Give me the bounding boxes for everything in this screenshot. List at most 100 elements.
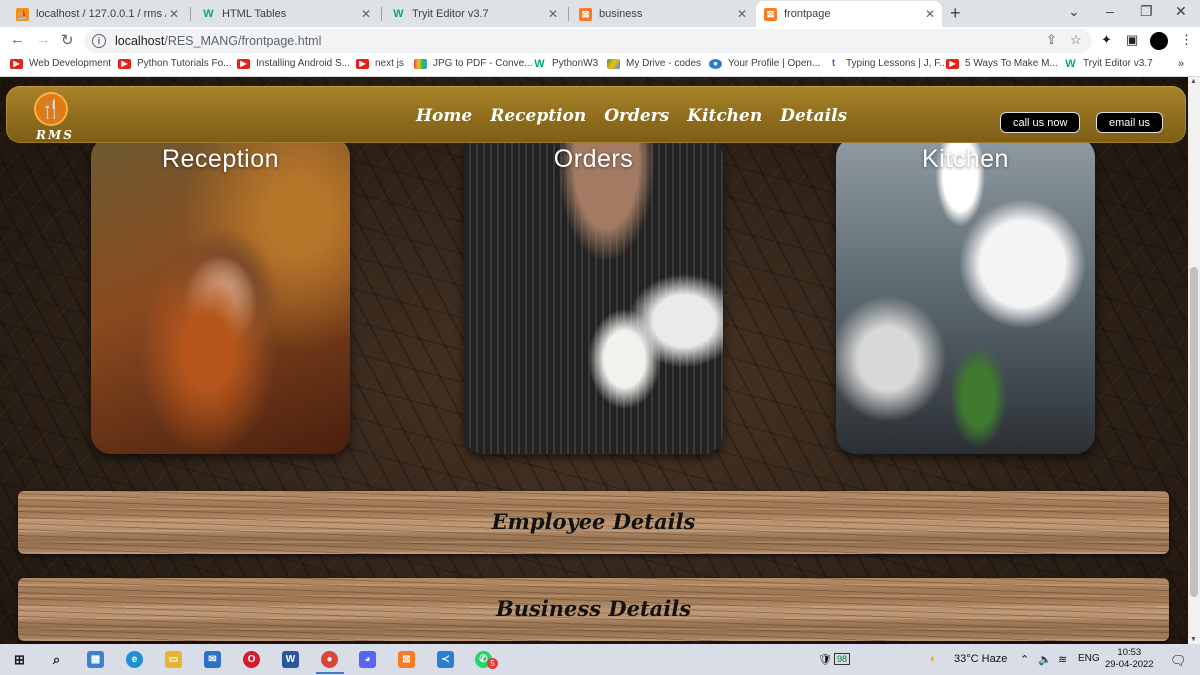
windows-taskbar: ⊞ ⌕ ▦ e ▭ ✉ O W ● ◕ ⊠ ≺ ✆ 5 🛡 98 ◐ 33°C … bbox=[0, 644, 1200, 675]
bookmark-label: My Drive - codes bbox=[626, 58, 702, 69]
discord-icon[interactable]: ◕ bbox=[359, 651, 376, 668]
minimize-icon[interactable]: – bbox=[1106, 3, 1114, 19]
back-icon[interactable]: ← bbox=[10, 31, 25, 48]
word-icon[interactable]: W bbox=[282, 651, 299, 668]
battery-indicator[interactable]: 98 bbox=[834, 653, 851, 665]
scroll-down-icon[interactable]: ▼ bbox=[1190, 636, 1197, 643]
tab-phpmyadmin[interactable]: ⛵ localhost / 127.0.0.1 / rms / orde ✕ bbox=[8, 1, 186, 27]
new-tab-button[interactable]: + bbox=[950, 3, 961, 24]
chrome-icon[interactable]: ● bbox=[321, 651, 338, 668]
restore-icon[interactable]: ❐ bbox=[1140, 3, 1153, 20]
bookmark-item[interactable]: ● Your Profile | Open... bbox=[709, 58, 820, 69]
nav-reception[interactable]: Reception bbox=[490, 106, 586, 126]
w3schools-icon: W bbox=[203, 8, 214, 20]
mail-icon[interactable]: ✉ bbox=[204, 651, 221, 668]
tab-title: Tryit Editor v3.7 bbox=[412, 8, 489, 20]
tab-divider bbox=[381, 7, 382, 21]
close-icon[interactable]: ✕ bbox=[358, 7, 374, 21]
panel-title: Business Details bbox=[495, 596, 692, 621]
windows-start-icon[interactable]: ⊞ bbox=[11, 651, 28, 668]
close-icon[interactable]: ✕ bbox=[734, 7, 750, 21]
w3schools-icon: W bbox=[534, 57, 545, 70]
card-reception[interactable]: Reception bbox=[91, 137, 350, 454]
xampp-icon[interactable]: ⊠ bbox=[398, 651, 415, 668]
bookmark-item[interactable]: W Tryit Editor v3.7 bbox=[1064, 58, 1153, 70]
fork-knife-logo-icon[interactable]: 🍴 bbox=[34, 92, 68, 126]
search-icon[interactable]: ⌕ bbox=[48, 651, 65, 668]
security-icon[interactable]: 🛡 bbox=[818, 653, 832, 666]
address-bar[interactable]: i localhost/RES_MANG/frontpage.html bbox=[84, 29, 1092, 53]
nav-orders[interactable]: Orders bbox=[604, 106, 669, 126]
more-bookmarks-icon[interactable]: » bbox=[1178, 58, 1184, 70]
system-clock[interactable]: 10:53 29-04-2022 bbox=[1105, 647, 1154, 671]
file-explorer-icon[interactable]: ▭ bbox=[165, 651, 182, 668]
bookmark-item[interactable]: ▶ next js bbox=[356, 58, 404, 69]
wifi-icon[interactable]: ≋ bbox=[1058, 653, 1067, 666]
side-panel-icon[interactable]: ▣ bbox=[1126, 32, 1138, 48]
xampp-icon: ⊠ bbox=[764, 7, 777, 21]
youtube-icon: ▶ bbox=[946, 58, 959, 69]
extensions-icon[interactable]: ✦ bbox=[1101, 32, 1112, 48]
opera-icon[interactable]: O bbox=[243, 651, 260, 668]
close-icon[interactable]: ✕ bbox=[166, 7, 182, 21]
active-app-indicator bbox=[316, 672, 344, 674]
bookmark-item[interactable]: ▶ Installing Android S... bbox=[237, 58, 350, 69]
employee-details-panel[interactable]: Employee Details bbox=[18, 491, 1169, 554]
bookmark-star-icon[interactable]: ☆ bbox=[1070, 32, 1082, 48]
info-icon[interactable]: i bbox=[92, 34, 106, 48]
reload-icon[interactable]: ↻ bbox=[61, 31, 74, 49]
task-view-icon[interactable]: ▦ bbox=[87, 651, 104, 668]
card-title: Orders bbox=[553, 145, 634, 173]
url-text[interactable]: localhost/RES_MANG/frontpage.html bbox=[115, 34, 321, 48]
bookmarks-bar: ▶ Web Development ▶ Python Tutorials Fo...… bbox=[0, 55, 1200, 77]
business-details-panel[interactable]: Business Details bbox=[18, 578, 1169, 641]
edge-icon[interactable]: e bbox=[126, 651, 143, 668]
tab-frontpage[interactable]: ⊠ frontpage ✕ bbox=[756, 1, 942, 27]
email-us-button[interactable]: email us bbox=[1096, 112, 1163, 133]
chevron-up-icon[interactable]: ⌃ bbox=[1020, 653, 1029, 666]
close-window-icon[interactable]: ✕ bbox=[1175, 3, 1187, 20]
url-host: localhost bbox=[115, 34, 165, 48]
whatsapp-badge: 5 bbox=[487, 658, 498, 669]
tab-business[interactable]: ⊠ business ✕ bbox=[571, 1, 754, 27]
tab-search-icon[interactable]: ⌄ bbox=[1068, 3, 1080, 20]
call-us-button[interactable]: call us now bbox=[1000, 112, 1081, 133]
bookmark-item[interactable]: JPG to PDF - Conve... bbox=[414, 58, 532, 69]
share-icon[interactable]: ⇪ bbox=[1046, 32, 1057, 48]
phpmyadmin-icon: ⛵ bbox=[16, 7, 29, 21]
scroll-thumb[interactable] bbox=[1190, 267, 1198, 597]
card-orders[interactable]: Orders bbox=[464, 137, 723, 454]
bookmark-item[interactable]: t Typing Lessons | J, F... bbox=[827, 58, 948, 69]
nav-home[interactable]: Home bbox=[416, 106, 472, 126]
menu-icon[interactable]: ⋮ bbox=[1180, 32, 1193, 48]
volume-icon[interactable]: 🔈 bbox=[1038, 653, 1052, 666]
youtube-icon: ▶ bbox=[10, 58, 23, 69]
card-title: Kitchen bbox=[922, 145, 1009, 173]
page-scrollbar[interactable]: ▲ ▼ bbox=[1188, 77, 1200, 644]
browser-toolbar: ← → ↻ i localhost/RES_MANG/frontpage.htm… bbox=[0, 27, 1200, 55]
bookmark-label: Tryit Editor v3.7 bbox=[1083, 58, 1153, 69]
bookmark-item[interactable]: W PythonW3 bbox=[533, 57, 598, 70]
bookmark-item[interactable]: My Drive - codes bbox=[607, 58, 701, 69]
scroll-up-icon[interactable]: ▲ bbox=[1190, 78, 1197, 85]
card-kitchen[interactable]: Kitchen bbox=[836, 137, 1095, 454]
bookmark-item[interactable]: ▶ Python Tutorials Fo... bbox=[118, 58, 232, 69]
close-icon[interactable]: ✕ bbox=[922, 7, 938, 21]
tab-html-tables[interactable]: W HTML Tables ✕ bbox=[194, 1, 378, 27]
youtube-icon: ▶ bbox=[356, 58, 369, 69]
tab-tryit-editor[interactable]: W Tryit Editor v3.7 ✕ bbox=[384, 1, 565, 27]
vscode-icon[interactable]: ≺ bbox=[437, 651, 454, 668]
profile-avatar[interactable] bbox=[1150, 32, 1168, 50]
weather-text[interactable]: 33°C Haze bbox=[954, 653, 1007, 665]
nav-details[interactable]: Details bbox=[780, 106, 847, 126]
bookmark-item[interactable]: ▶ Web Development bbox=[10, 58, 111, 69]
page-viewport: Reception Orders Kitchen 🍴 RMS Home Rece… bbox=[0, 77, 1188, 644]
bookmark-item[interactable]: ▶ 5 Ways To Make M... bbox=[946, 58, 1058, 69]
clock-date: 29-04-2022 bbox=[1105, 659, 1154, 670]
close-icon[interactable]: ✕ bbox=[545, 7, 561, 21]
panel-title: Employee Details bbox=[491, 509, 696, 534]
forward-icon[interactable]: → bbox=[36, 31, 51, 48]
language-indicator[interactable]: ENG bbox=[1078, 653, 1100, 664]
nav-kitchen[interactable]: Kitchen bbox=[687, 106, 762, 126]
notification-icon[interactable]: 🗨 bbox=[1170, 653, 1187, 669]
